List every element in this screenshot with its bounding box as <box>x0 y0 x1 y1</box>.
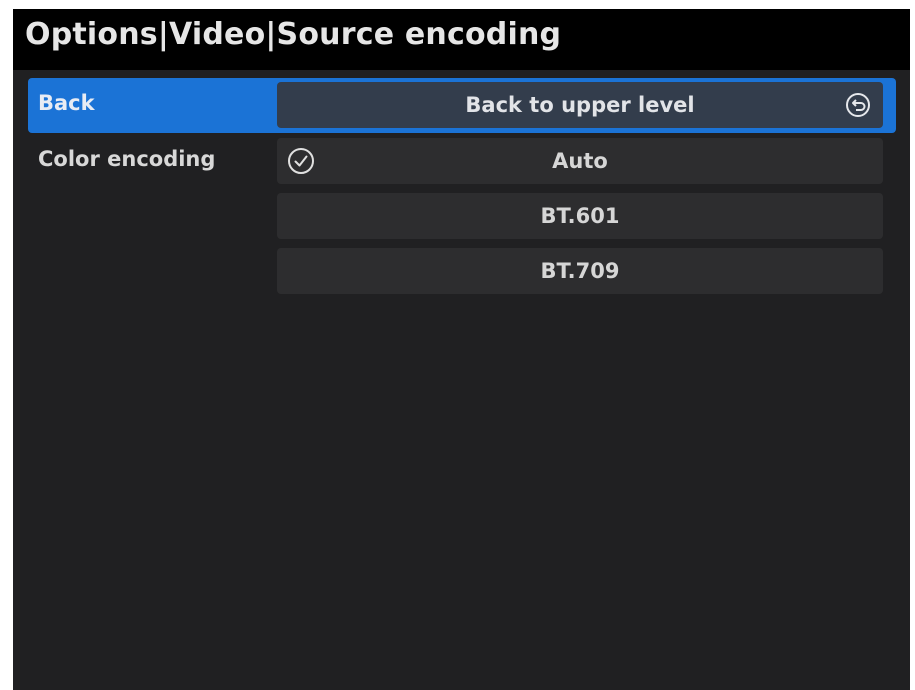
title-bar: Options|Video|Source encoding <box>13 9 910 70</box>
color-encoding-label: Color encoding <box>38 147 216 171</box>
back-button-label: Back to upper level <box>465 93 695 117</box>
option-auto-label: Auto <box>552 149 608 173</box>
option-bt709[interactable]: BT.709 <box>277 248 883 294</box>
option-auto[interactable]: Auto <box>277 138 883 184</box>
option-bt709-label: BT.709 <box>540 259 620 283</box>
back-to-upper-level-button[interactable]: Back to upper level <box>277 82 883 128</box>
menu-row-back[interactable]: Back Back to upper level <box>28 78 896 133</box>
page-title: Options|Video|Source encoding <box>25 17 562 52</box>
option-bt601[interactable]: BT.601 <box>277 193 883 239</box>
osd-screen: Options|Video|Source encoding Back Back … <box>13 9 910 690</box>
option-bt601-label: BT.601 <box>540 204 620 228</box>
back-label: Back <box>38 91 95 115</box>
back-arrow-circle-icon <box>846 93 870 117</box>
